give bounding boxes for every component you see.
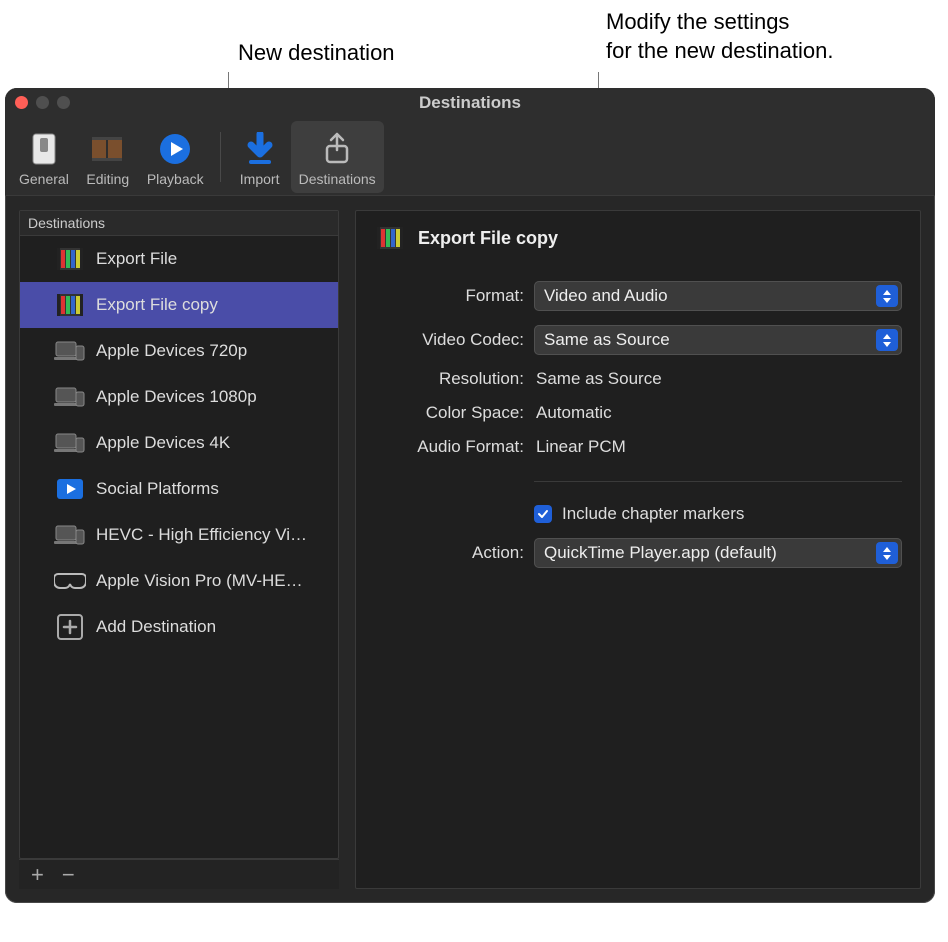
film-icon [54,292,86,318]
preferences-window: Destinations General Editing Playback [5,88,935,903]
include-chapter-markers-checkbox[interactable] [534,505,552,523]
tab-general[interactable]: General [11,121,77,193]
chevron-updown-icon [876,285,898,307]
window-titlebar: Destinations [5,88,935,118]
divider [534,481,902,482]
destination-label: Apple Vision Pro (MV-HE… [96,571,303,591]
devices-icon [54,522,86,548]
devices-icon [54,384,86,410]
destination-label: HEVC - High Efficiency Vi… [96,525,307,545]
filmstrip-icon [90,131,126,167]
film-icon [54,246,86,272]
film-icon [374,225,406,251]
add-destination[interactable]: Add Destination [20,604,338,650]
social-play-icon [54,476,86,502]
format-label: Format: [374,286,524,306]
tab-playback[interactable]: Playback [139,121,212,193]
action-value: QuickTime Player.app (default) [544,543,777,563]
destination-label: Add Destination [96,617,216,637]
devices-icon [54,338,86,364]
sidebar-header: Destinations [20,211,338,236]
toolbar-separator [220,132,221,182]
tab-label: General [19,171,69,187]
video-codec-label: Video Codec: [374,330,524,350]
plus-box-icon [54,614,86,640]
tab-label: Import [240,171,280,187]
destination-label: Apple Devices 4K [96,433,230,453]
format-select[interactable]: Video and Audio [534,281,902,311]
devices-icon [54,430,86,456]
video-codec-value: Same as Source [544,330,670,350]
close-button[interactable] [15,96,28,109]
remove-button[interactable]: − [62,864,75,886]
window-title: Destinations [419,93,521,113]
sidebar-footer: + − [19,859,339,889]
share-icon [319,131,355,167]
chevron-updown-icon [876,542,898,564]
tab-destinations[interactable]: Destinations [291,121,384,193]
action-select[interactable]: QuickTime Player.app (default) [534,538,902,568]
resolution-label: Resolution: [374,369,524,389]
destination-detail-panel: Export File copy Format: Video and Audio… [355,210,921,889]
destination-label: Social Platforms [96,479,219,499]
color-space-label: Color Space: [374,403,524,423]
color-space-value: Automatic [534,403,902,423]
format-value: Video and Audio [544,286,668,306]
preferences-toolbar: General Editing Playback Import Destina [5,118,935,196]
play-icon [157,131,193,167]
destination-label: Apple Devices 1080p [96,387,257,407]
slider-icon [26,131,62,167]
minimize-button[interactable] [36,96,49,109]
destination-vision-pro[interactable]: Apple Vision Pro (MV-HE… [20,558,338,604]
resolution-value: Same as Source [534,369,902,389]
callout-modify-settings: Modify the settings for the new destinat… [606,8,833,65]
destinations-sidebar: Destinations Export File Export File cop… [19,210,339,859]
action-label: Action: [374,543,524,563]
add-button[interactable]: + [31,864,44,886]
detail-title: Export File copy [418,228,558,249]
vision-pro-icon [54,568,86,594]
tab-label: Editing [86,171,129,187]
window-controls [15,96,70,109]
chevron-updown-icon [876,329,898,351]
destination-export-file-copy[interactable]: Export File copy [20,282,338,328]
audio-format-label: Audio Format: [374,437,524,457]
tab-import[interactable]: Import [229,121,291,193]
destination-export-file[interactable]: Export File [20,236,338,282]
destination-apple-720p[interactable]: Apple Devices 720p [20,328,338,374]
destination-label: Export File [96,249,177,269]
import-arrow-icon [242,131,278,167]
destination-label: Apple Devices 720p [96,341,247,361]
destination-apple-4k[interactable]: Apple Devices 4K [20,420,338,466]
destinations-list: Export File Export File copy Apple Devic… [20,236,338,858]
destination-hevc[interactable]: HEVC - High Efficiency Vi… [20,512,338,558]
audio-format-value: Linear PCM [534,437,902,457]
include-chapter-markers-label: Include chapter markers [562,504,744,524]
tab-editing[interactable]: Editing [77,121,139,193]
zoom-button[interactable] [57,96,70,109]
destination-apple-1080p[interactable]: Apple Devices 1080p [20,374,338,420]
destination-social-platforms[interactable]: Social Platforms [20,466,338,512]
destination-label: Export File copy [96,295,218,315]
tab-label: Playback [147,171,204,187]
callout-new-destination: New destination [238,40,395,66]
video-codec-select[interactable]: Same as Source [534,325,902,355]
tab-label: Destinations [299,171,376,187]
